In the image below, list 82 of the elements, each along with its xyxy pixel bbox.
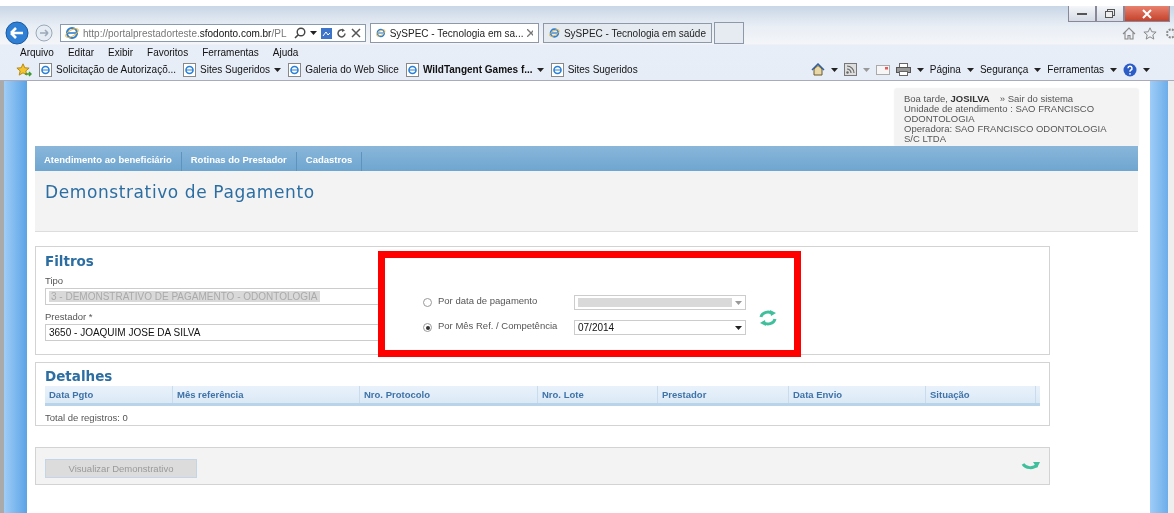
user-info-text: Operadora: SAO FRANCISCO ODONTOLOGIA S/C LTDA [904, 124, 1108, 144]
command-menu[interactable]: Ferramentas [1047, 64, 1104, 75]
caret-icon [310, 31, 317, 35]
greeting-text: Boa tarde, JOSILVA [904, 93, 990, 104]
favorite-link[interactable]: WildTangent Games f... [405, 62, 544, 77]
menu-item[interactable]: Ajuda [272, 46, 299, 58]
menu-item[interactable]: Editar [67, 46, 95, 58]
menu-item[interactable]: Favoritos [147, 46, 189, 58]
command-menu[interactable]: Segurança [979, 64, 1029, 75]
column-header[interactable]: Data Pgto [45, 386, 173, 403]
home-icon[interactable] [1122, 26, 1136, 40]
compatibility-icon[interactable] [321, 27, 332, 39]
stop-icon[interactable] [351, 28, 361, 38]
new-tab-button[interactable] [714, 22, 744, 44]
mail-icon[interactable] [875, 64, 890, 75]
search-icon[interactable] [294, 27, 306, 39]
favorite-link[interactable]: Sites Sugeridos [550, 62, 638, 77]
close-icon [1142, 8, 1152, 19]
caret-icon [1110, 67, 1117, 72]
caret-icon [274, 67, 282, 72]
user-info-text: Unidade de atendimento : SAO FRANCISCO ODONTOLOGIA [904, 104, 1096, 124]
caret-icon [735, 300, 742, 305]
page-icon [183, 62, 197, 77]
caret-icon [1034, 67, 1042, 72]
favorite-link[interactable]: Solicitação de Autorizaçõ... [39, 62, 177, 77]
column-header[interactable]: Nro. Protocolo [360, 386, 538, 403]
restore-icon [1105, 9, 1115, 18]
browser-tab[interactable]: SySPEC - Tecnologia em saúde [543, 23, 712, 43]
tab-title: SySPEC - Tecnologia em sa... [389, 27, 524, 39]
field-label: Prestador * [45, 311, 94, 322]
menu-item[interactable]: Exibir [108, 46, 134, 58]
caret-icon [916, 67, 924, 72]
caret-icon [1143, 67, 1150, 72]
logout-link[interactable]: » Sair do sistema [999, 93, 1074, 104]
column-header[interactable]: Prestador [658, 386, 789, 403]
scrollbar[interactable] [1168, 81, 1174, 513]
refresh-icon[interactable] [336, 27, 347, 39]
column-header[interactable]: Mês referência [173, 386, 360, 403]
radio-button[interactable] [423, 323, 432, 332]
restore-button[interactable] [1096, 6, 1124, 22]
favorites-star-icon[interactable] [16, 62, 32, 77]
column-header[interactable]: Data Envio [789, 386, 926, 403]
section-title: Detalhes [45, 368, 114, 384]
browser-tab[interactable]: SySPEC - Tecnologia em sa... [370, 23, 539, 43]
command-menu[interactable]: Página [929, 64, 961, 75]
menu-item[interactable]: Arquivo [20, 46, 54, 58]
dropdown-field[interactable]: 07/2014 [574, 320, 746, 335]
star-icon[interactable] [1143, 26, 1157, 40]
tab-title: SySPEC - Tecnologia em saúde [563, 27, 706, 39]
section-title: Filtros [45, 253, 95, 269]
help-icon[interactable] [1123, 62, 1137, 77]
favorite-link[interactable]: Sites Sugeridos [183, 62, 282, 77]
page-icon [288, 62, 302, 77]
browser-logo-icon [549, 26, 560, 40]
minimize-button[interactable] [1068, 6, 1096, 22]
page-icon [39, 62, 52, 77]
printer-icon[interactable] [895, 63, 911, 76]
page-icon [405, 62, 419, 77]
close-button[interactable] [1124, 6, 1170, 22]
field-label: Tipo [45, 275, 65, 286]
radio-label: Por Mês Ref. / Competência [438, 320, 559, 331]
page-icon [550, 62, 564, 77]
column-header[interactable]: Nro. Lote [538, 386, 658, 403]
feed-icon[interactable] [843, 63, 857, 76]
settings-icon[interactable] [1164, 26, 1174, 40]
menu-item[interactable]: Ferramentas [202, 46, 259, 58]
radio-label: Por data de pagamento [438, 295, 539, 306]
page-title: Demonstrativo de Pagamento [44, 181, 316, 204]
caret-icon [536, 67, 544, 72]
caret-icon [735, 325, 742, 330]
browser-logo-icon [376, 26, 386, 40]
favorite-link[interactable]: Galeria do Web Slice [288, 62, 399, 77]
back-button[interactable] [4, 21, 32, 45]
caret-icon [830, 67, 838, 72]
caret-icon [862, 67, 870, 72]
home-icon[interactable] [810, 63, 825, 76]
record-count: Total de registros: 0 [45, 412, 129, 423]
caret-icon [966, 67, 974, 72]
address-bar[interactable]: http://portalprestadorteste.sfodonto.com.br/PL [60, 24, 366, 42]
browser-logo-icon [65, 26, 79, 40]
column-header[interactable]: Situação [926, 386, 1036, 403]
close-icon[interactable] [527, 29, 533, 37]
